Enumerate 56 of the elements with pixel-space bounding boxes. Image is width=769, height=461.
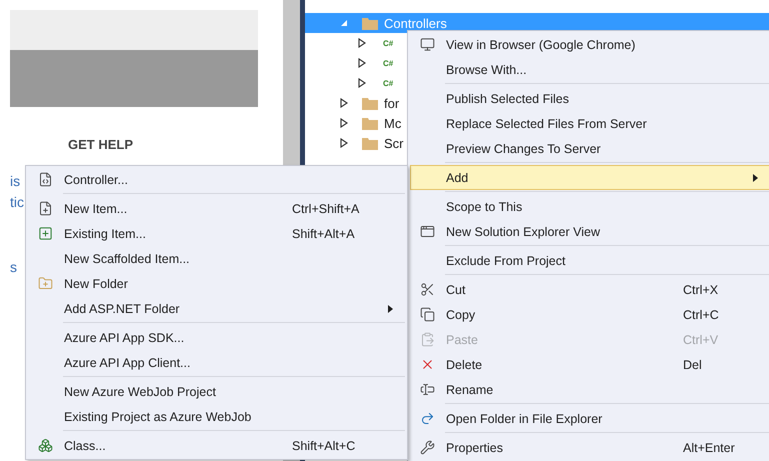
menu-item[interactable]: Cut Ctrl+X	[410, 277, 769, 302]
menu-item[interactable]: Replace Selected Files From Server	[410, 111, 769, 136]
folder-icon	[362, 136, 378, 150]
menu-item[interactable]: Delete Del	[410, 352, 769, 377]
curved-arrow-icon	[420, 411, 434, 426]
folder-icon	[362, 116, 378, 130]
file-icon	[38, 172, 52, 187]
folder-icon	[362, 96, 378, 110]
link[interactable]: s	[10, 258, 17, 276]
new-folder-icon	[38, 276, 52, 291]
menu-item[interactable]: Add	[410, 165, 769, 190]
menu-item[interactable]: Controller...	[28, 167, 405, 192]
link[interactable]: tic	[10, 193, 24, 211]
browser-icon	[420, 37, 434, 52]
csharp-file-icon: C#	[383, 78, 394, 88]
menu-item[interactable]: Scope to This	[410, 194, 769, 219]
menu-item[interactable]: Exclude From Project	[410, 248, 769, 273]
menu-item[interactable]: Preview Changes To Server	[410, 136, 769, 161]
section-heading: GET HELP	[68, 137, 134, 152]
new-file-icon	[38, 201, 52, 216]
tree-item-label[interactable]: Scr	[384, 136, 404, 150]
menu-item[interactable]: Existing Project as Azure WebJob	[28, 404, 405, 429]
menu-item[interactable]: Browse With...	[410, 57, 769, 82]
tree-item-label[interactable]: for	[384, 96, 400, 110]
menu-item[interactable]: Add ASP.NET Folder	[28, 296, 405, 321]
menu-item[interactable]: Properties Alt+Enter	[410, 435, 769, 460]
menu-item[interactable]: Rename	[410, 377, 769, 402]
csharp-file-icon: C#	[383, 58, 394, 68]
menu-item[interactable]: View in Browser (Google Chrome)	[410, 32, 769, 57]
menu-item[interactable]: New Folder	[28, 271, 405, 296]
csharp-file-icon: C#	[383, 38, 394, 48]
menu-item[interactable]: Azure API App SDK...	[28, 325, 405, 350]
submenu-arrow-icon	[753, 174, 758, 182]
expanded-arrow-icon[interactable]	[340, 19, 348, 27]
menu-item[interactable]: Class... Shift+Alt+C	[28, 433, 405, 458]
class-icon	[38, 438, 52, 453]
folder-icon	[362, 16, 378, 30]
submenu-arrow-icon	[388, 304, 393, 312]
menu-item[interactable]: Azure API App Client...	[28, 350, 405, 375]
link[interactable]: is	[10, 172, 20, 190]
copy-icon	[420, 307, 434, 322]
menu-item[interactable]: New Scaffolded Item...	[28, 246, 405, 271]
paste-icon	[420, 332, 434, 347]
menu-item[interactable]: Existing Item... Shift+Alt+A	[28, 221, 405, 246]
menu-item[interactable]: Publish Selected Files	[410, 86, 769, 111]
cut-icon	[420, 282, 434, 297]
add-square-icon	[38, 226, 52, 241]
tree-item-label[interactable]: Mc	[384, 116, 402, 130]
wrench-icon	[420, 440, 434, 455]
menu-item[interactable]: Open Folder in File Explorer	[410, 406, 769, 431]
menu-item[interactable]: New Item... Ctrl+Shift+A	[28, 196, 405, 221]
rename-icon	[420, 382, 434, 397]
menu-item[interactable]: New Azure WebJob Project	[28, 379, 405, 404]
window-icon	[420, 224, 434, 239]
menu-item[interactable]: New Solution Explorer View	[410, 219, 769, 244]
menu-item[interactable]: Copy Ctrl+C	[410, 302, 769, 327]
